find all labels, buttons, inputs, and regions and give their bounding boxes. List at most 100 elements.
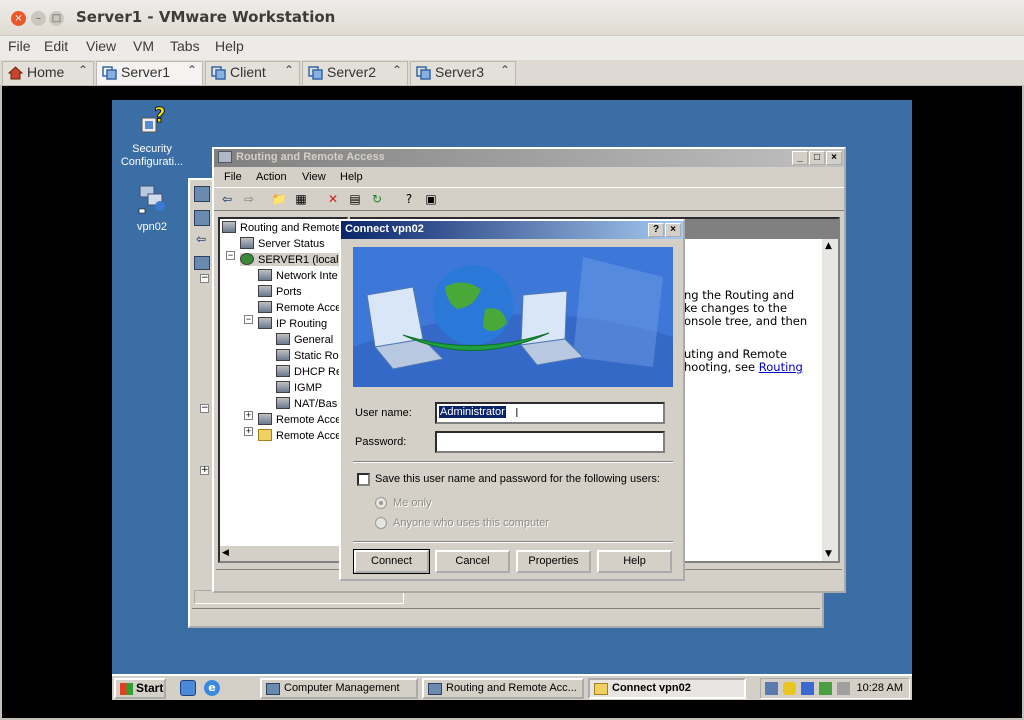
- tree-item-network-interfaces[interactable]: Network Inte: [258, 269, 338, 282]
- tab-home[interactable]: Home ⌃: [2, 61, 94, 85]
- console-tree[interactable]: Routing and Remote Server Status − SERVE…: [218, 217, 348, 563]
- rras-menu-help[interactable]: Help: [340, 171, 363, 183]
- rras-menu-view[interactable]: View: [302, 171, 326, 183]
- rras-menu-action[interactable]: Action: [256, 171, 287, 183]
- taskbar-item-computer-management[interactable]: Computer Management: [260, 678, 418, 699]
- tree-item-remote-access-logging[interactable]: Remote Acce: [258, 429, 341, 442]
- taskbar-item-connect-vpn02[interactable]: Connect vpn02: [588, 678, 746, 699]
- menu-view[interactable]: View: [86, 38, 116, 54]
- tree-item-igmp[interactable]: IGMP: [276, 381, 322, 394]
- rras-icon: [428, 683, 442, 695]
- menu-vm[interactable]: VM: [133, 38, 154, 54]
- tab-client[interactable]: Client ⌃: [205, 61, 300, 85]
- connect-dialog[interactable]: Connect vpn02 ? × User name: Administrato…: [339, 219, 685, 581]
- tab-server1[interactable]: Server1 ⌃: [96, 61, 203, 85]
- close-button[interactable]: ×: [665, 223, 681, 237]
- menu-edit[interactable]: Edit: [44, 38, 68, 54]
- tray-app-icon[interactable]: [837, 682, 850, 695]
- menu-file[interactable]: File: [8, 38, 31, 54]
- rras-app-icon: [218, 151, 232, 163]
- connect-button[interactable]: Connect: [353, 549, 430, 574]
- delete-icon[interactable]: ✕: [324, 191, 342, 207]
- tree-hscrollbar[interactable]: ◀: [220, 545, 346, 561]
- help-button[interactable]: Help: [597, 550, 672, 573]
- refresh-icon[interactable]: ↻: [368, 191, 386, 207]
- minimize-window-button[interactable]: –: [31, 11, 46, 26]
- separator: [353, 461, 673, 463]
- properties-icon[interactable]: ▤: [346, 191, 364, 207]
- properties-button[interactable]: Properties: [516, 550, 591, 573]
- tab-server2[interactable]: Server2 ⌃: [302, 61, 408, 85]
- start-button[interactable]: Start: [114, 678, 166, 699]
- taskbar-item-rras[interactable]: Routing and Remote Acc...: [422, 678, 584, 699]
- console-icon[interactable]: ▣: [422, 191, 440, 207]
- tree-item-server-status[interactable]: Server Status: [240, 237, 325, 250]
- username-label: User name:: [355, 407, 412, 419]
- forward-icon[interactable]: ⇨: [240, 191, 258, 207]
- server-icon: [222, 221, 236, 233]
- collapse-icon[interactable]: −: [244, 315, 253, 324]
- tree-item-ports[interactable]: Ports: [258, 285, 302, 298]
- tree-item-routing[interactable]: Routing and Remote: [222, 221, 341, 234]
- network-icon[interactable]: [765, 682, 778, 695]
- scroll-up-icon[interactable]: ▲: [825, 241, 832, 251]
- chevron-up-icon[interactable]: ⌃: [78, 63, 88, 77]
- collapse-icon[interactable]: −: [226, 251, 235, 260]
- details-vscrollbar[interactable]: ▲ ▼: [822, 239, 838, 561]
- up-folder-icon[interactable]: 📁: [270, 191, 288, 207]
- network-activity-icon[interactable]: [801, 682, 814, 695]
- password-input[interactable]: [435, 431, 665, 453]
- maximize-button[interactable]: □: [809, 151, 825, 165]
- server-manager-icon[interactable]: [180, 680, 196, 696]
- tree-item-remote-access-clients[interactable]: Remote Acce: [258, 301, 341, 314]
- taskbar: Start e Computer Management Routing and …: [112, 674, 912, 700]
- show-hide-tree-icon[interactable]: ▦: [292, 191, 310, 207]
- minimize-button[interactable]: _: [792, 151, 808, 165]
- tree-item-remote-access-policies[interactable]: Remote Acce: [258, 413, 341, 426]
- collapse-icon[interactable]: −: [200, 404, 209, 413]
- tree-item-ip-routing[interactable]: IP Routing: [258, 317, 327, 330]
- cancel-button[interactable]: Cancel: [435, 550, 510, 573]
- expand-icon[interactable]: +: [244, 427, 253, 436]
- tree-item-general[interactable]: General: [276, 333, 333, 346]
- ports-icon: [258, 285, 272, 297]
- vmware-tools-icon[interactable]: [819, 682, 832, 695]
- chevron-up-icon[interactable]: ⌃: [392, 63, 402, 77]
- anyone-radio[interactable]: [375, 517, 387, 529]
- tab-server3[interactable]: Server3 ⌃: [410, 61, 516, 85]
- menu-tabs[interactable]: Tabs: [170, 38, 200, 54]
- routing-help-link[interactable]: Routing: [759, 360, 803, 374]
- back-icon[interactable]: ⇦: [196, 232, 206, 246]
- scroll-left-icon[interactable]: ◀: [222, 547, 229, 558]
- close-button[interactable]: ×: [826, 151, 842, 165]
- scroll-down-icon[interactable]: ▼: [825, 549, 832, 559]
- rras-titlebar: Routing and Remote Access _ □ ×: [214, 149, 844, 167]
- dhcp-icon: [276, 365, 290, 377]
- save-credentials-checkbox[interactable]: [357, 473, 370, 486]
- menu-help[interactable]: Help: [215, 38, 244, 54]
- security-shield-icon[interactable]: [783, 682, 796, 695]
- host-titlebar: × – □ Server1 - VMware Workstation: [0, 0, 1024, 36]
- chevron-up-icon[interactable]: ⌃: [284, 63, 294, 77]
- desktop-icon-security-config[interactable]: ? Security Configurati...: [112, 103, 192, 169]
- tree-item-static-routes[interactable]: Static Ro: [276, 349, 339, 362]
- tree-item-dhcp-relay[interactable]: DHCP Re: [276, 365, 342, 378]
- close-window-button[interactable]: ×: [11, 11, 26, 26]
- help-button[interactable]: ?: [648, 223, 664, 237]
- internet-explorer-icon[interactable]: e: [204, 680, 220, 696]
- chevron-up-icon[interactable]: ⌃: [187, 63, 197, 77]
- expand-icon[interactable]: +: [200, 466, 209, 475]
- maximize-window-button[interactable]: □: [49, 11, 64, 26]
- expand-icon[interactable]: +: [244, 411, 253, 420]
- me-only-radio[interactable]: [375, 497, 387, 509]
- back-icon[interactable]: ⇦: [218, 191, 236, 207]
- chevron-up-icon[interactable]: ⌃: [500, 63, 510, 77]
- tree-item-nat[interactable]: NAT/Bas: [276, 397, 337, 410]
- username-input[interactable]: Administrator I: [435, 402, 665, 424]
- collapse-icon[interactable]: −: [200, 274, 209, 283]
- guest-desktop[interactable]: ? Security Configurati... vpn02 ⇦ − − + …: [112, 100, 912, 700]
- desktop-icon-vpn02[interactable]: vpn02: [112, 182, 192, 234]
- rras-menu-file[interactable]: File: [224, 171, 242, 183]
- tree-item-server1[interactable]: SERVER1 (local): [240, 253, 343, 266]
- help-icon[interactable]: ?: [400, 191, 418, 207]
